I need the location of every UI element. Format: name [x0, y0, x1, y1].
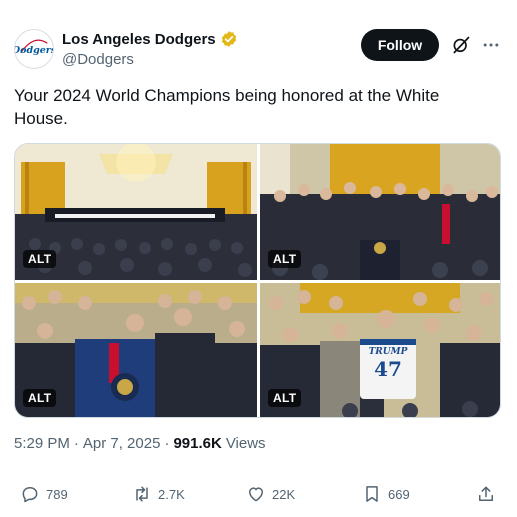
like-count: 22K — [272, 486, 296, 502]
tweet-date[interactable]: Apr 7, 2025 — [83, 435, 161, 452]
bookmark-count: 669 — [388, 486, 410, 502]
alt-badge[interactable]: ALT — [23, 389, 57, 407]
verified-badge-icon — [221, 31, 236, 47]
follow-button[interactable]: Follow — [361, 29, 439, 61]
reply-count: 789 — [46, 486, 68, 502]
media-grid: ALT ALT ALT TRUMP 47 ALT — [14, 143, 501, 418]
share-icon — [479, 486, 493, 501]
media-photo-2[interactable]: ALT — [260, 144, 500, 280]
tweet-time[interactable]: 5:29 PM — [14, 435, 70, 452]
bookmark-icon — [366, 486, 378, 502]
account-avatar[interactable]: Dodgers — [14, 29, 54, 69]
media-photo-1[interactable]: ALT — [15, 144, 257, 280]
jersey-name: TRUMP — [368, 347, 408, 357]
views-label: Views — [225, 435, 266, 452]
svg-text:Dodgers: Dodgers — [15, 45, 53, 56]
share-button[interactable] — [476, 479, 496, 509]
heart-icon — [249, 487, 263, 502]
tweet-text: Your 2024 World Champions being honored … — [14, 86, 440, 128]
like-button[interactable]: 22K — [246, 479, 295, 509]
more-options-icon[interactable] — [481, 35, 501, 55]
reply-button[interactable]: 789 — [20, 479, 68, 509]
meta-separator: · — [73, 435, 79, 452]
action-bar: 789 2.7K 22K 669 — [14, 479, 501, 509]
alt-badge[interactable]: ALT — [268, 389, 302, 407]
views-count: 991.6K — [173, 435, 222, 452]
account-handle[interactable]: @Dodgers — [62, 51, 134, 68]
account-display-name[interactable]: Los Angeles Dodgers — [62, 31, 216, 48]
repost-icon — [136, 486, 148, 502]
dodgers-logo-icon: Dodgers — [15, 30, 53, 68]
alt-badge[interactable]: ALT — [268, 250, 302, 268]
media-photo-4[interactable]: TRUMP 47 ALT — [260, 283, 500, 417]
grok-icon[interactable] — [451, 35, 471, 55]
account-name-row[interactable]: Los Angeles Dodgers — [62, 30, 238, 48]
repost-count: 2.7K — [158, 486, 185, 502]
bookmark-button[interactable]: 669 — [362, 479, 410, 509]
reply-icon — [22, 487, 38, 503]
alt-badge[interactable]: ALT — [23, 250, 57, 268]
media-photo-3[interactable]: ALT — [15, 283, 257, 417]
meta-separator: · — [164, 435, 170, 452]
repost-button[interactable]: 2.7K — [132, 479, 185, 509]
jersey-number: 47 — [374, 357, 402, 381]
tweet-meta: 5:29 PM · Apr 7, 2025 · 991.6K Views — [14, 435, 266, 452]
